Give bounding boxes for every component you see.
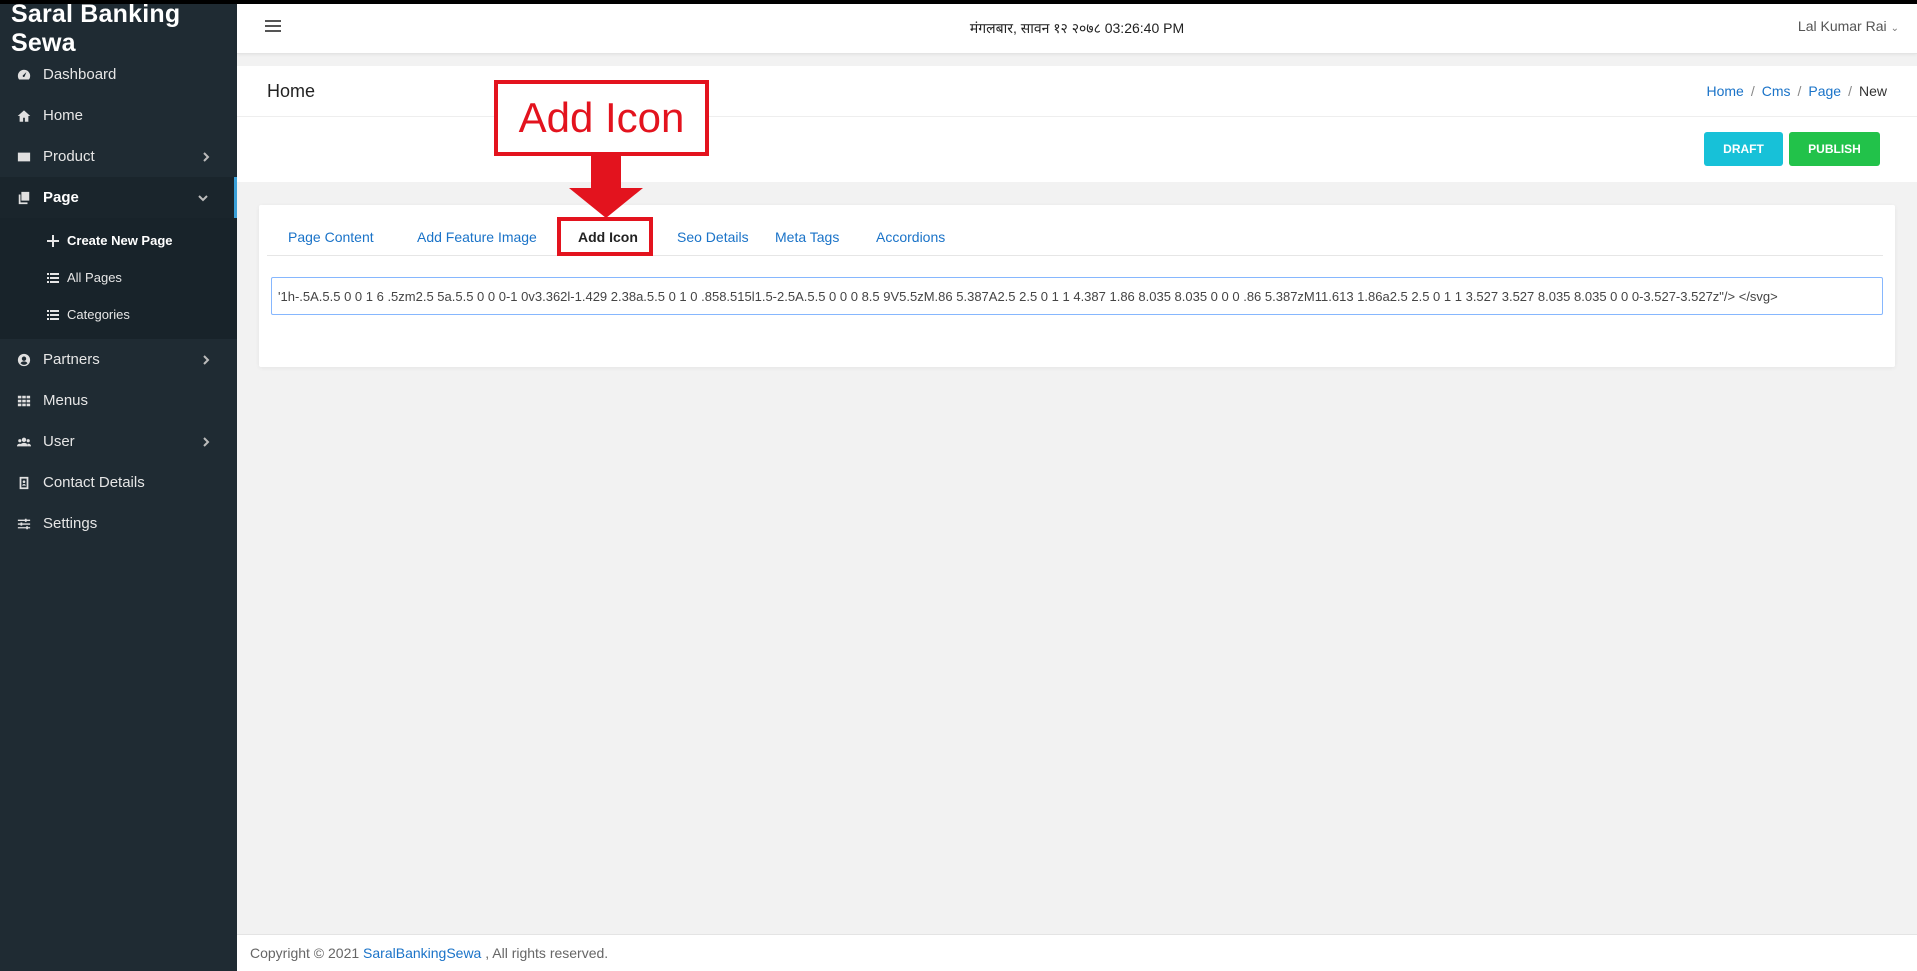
- sidebar-item-contact-details[interactable]: Contact Details: [0, 462, 237, 503]
- list-icon: [46, 308, 60, 322]
- footer: Copyright © 2021 SaralBankingSewa , All …: [237, 934, 1917, 971]
- content-card: Page Content Add Feature Image Add Icon …: [259, 205, 1895, 367]
- submenu-label: Categories: [67, 307, 130, 322]
- address-book-icon: [16, 475, 32, 491]
- submenu-categories[interactable]: Categories: [0, 296, 237, 333]
- sidebar-item-label: Product: [43, 148, 95, 165]
- user-menu[interactable]: Lal Kumar Rai ⌄: [1798, 18, 1899, 34]
- submenu-all-pages[interactable]: All Pages: [0, 259, 237, 296]
- sliders-icon: [16, 516, 32, 532]
- sidebar-item-label: User: [43, 433, 75, 450]
- tab-seo-details[interactable]: Seo Details: [677, 229, 749, 245]
- submenu-label: Create New Page: [67, 233, 173, 248]
- tab-bar: Page Content Add Feature Image Add Icon …: [267, 215, 1883, 256]
- sidebar-item-home[interactable]: Home: [0, 95, 237, 136]
- page-title: Home: [267, 81, 316, 101]
- caret-down-icon: ⌄: [1890, 23, 1899, 34]
- annotation-label: Add Icon: [518, 94, 685, 141]
- sidebar-item-label: Dashboard: [43, 66, 117, 83]
- breadcrumb-separator: /: [1797, 83, 1802, 99]
- annotation-arrow-down-icon: [569, 156, 643, 218]
- publish-button[interactable]: PUBLISH: [1789, 132, 1880, 166]
- header-datetime: मंगलबार, सावन १२ २०७८ 03:26:40 PM: [969, 20, 1185, 36]
- breadcrumb-separator: /: [1750, 83, 1755, 99]
- sidebar-item-label: Home: [43, 107, 84, 124]
- users-icon: [16, 434, 32, 450]
- grid-icon: [16, 393, 32, 409]
- chevron-right-icon: [201, 352, 215, 366]
- dashboard-icon: [16, 67, 32, 83]
- tab-add-feature-image[interactable]: Add Feature Image: [417, 229, 537, 245]
- breadcrumb-home[interactable]: Home: [1706, 83, 1743, 99]
- chevron-down-icon: [198, 190, 212, 204]
- tab-meta-tags[interactable]: Meta Tags: [775, 229, 839, 245]
- tab-page-content[interactable]: Page Content: [288, 229, 374, 245]
- breadcrumb-page[interactable]: Page: [1808, 83, 1841, 99]
- sidebar: Saral Banking Sewa Dashboard Home Produc…: [0, 0, 237, 971]
- page-submenu: Create New Page All Pages Categories: [0, 218, 237, 339]
- sidebar-item-settings[interactable]: Settings: [0, 503, 237, 544]
- user-circle-icon: [16, 352, 32, 368]
- sidebar-item-label: Page: [43, 189, 79, 206]
- submenu-label: All Pages: [67, 270, 122, 285]
- credit-card-icon: [16, 149, 32, 165]
- annotation-highlight-box: [557, 217, 653, 256]
- brand-title: Saral Banking Sewa: [11, 0, 181, 57]
- annotation-callout: Add Icon: [494, 80, 709, 156]
- chevron-right-icon: [201, 434, 215, 448]
- breadcrumb: Home / Cms / Page / New: [1706, 83, 1887, 99]
- sidebar-item-label: Settings: [43, 515, 98, 532]
- footer-copyright: Copyright © 2021: [250, 945, 360, 961]
- sidebar-item-product[interactable]: Product: [0, 136, 237, 177]
- sidebar-item-label: Partners: [43, 351, 100, 368]
- plus-icon: [46, 234, 60, 248]
- home-icon: [16, 108, 32, 124]
- list-icon: [46, 271, 60, 285]
- sidebar-item-menus[interactable]: Menus: [0, 380, 237, 421]
- footer-rights: , All rights reserved.: [485, 945, 609, 961]
- breadcrumb-separator: /: [1848, 83, 1852, 99]
- top-header: मंगलबार, सावन १२ २०७८ 03:26:40 PM Lal Ku…: [237, 4, 1917, 54]
- sidebar-item-user[interactable]: User: [0, 421, 237, 462]
- copy-icon: [16, 190, 32, 206]
- sidebar-item-dashboard[interactable]: Dashboard: [0, 54, 237, 95]
- user-name: Lal Kumar Rai: [1797, 18, 1887, 34]
- breadcrumb-current: New: [1858, 83, 1887, 99]
- page-header: Home Home / Cms / Page / New DRAFT PUBLISH: [237, 66, 1917, 182]
- sidebar-item-partners[interactable]: Partners: [0, 339, 237, 380]
- draft-button[interactable]: DRAFT: [1704, 132, 1783, 166]
- sidebar-item-page[interactable]: Page: [0, 177, 237, 218]
- breadcrumb-cms[interactable]: Cms: [1762, 83, 1791, 99]
- icon-svg-input[interactable]: [271, 277, 1883, 315]
- tab-accordions[interactable]: Accordions: [876, 229, 945, 245]
- footer-link[interactable]: SaralBankingSewa: [363, 945, 481, 961]
- submenu-create-new-page[interactable]: Create New Page: [0, 222, 237, 259]
- header-divider: [237, 116, 1917, 117]
- sidebar-item-label: Menus: [43, 392, 89, 409]
- chevron-right-icon: [201, 149, 215, 163]
- sidebar-item-label: Contact Details: [43, 474, 145, 491]
